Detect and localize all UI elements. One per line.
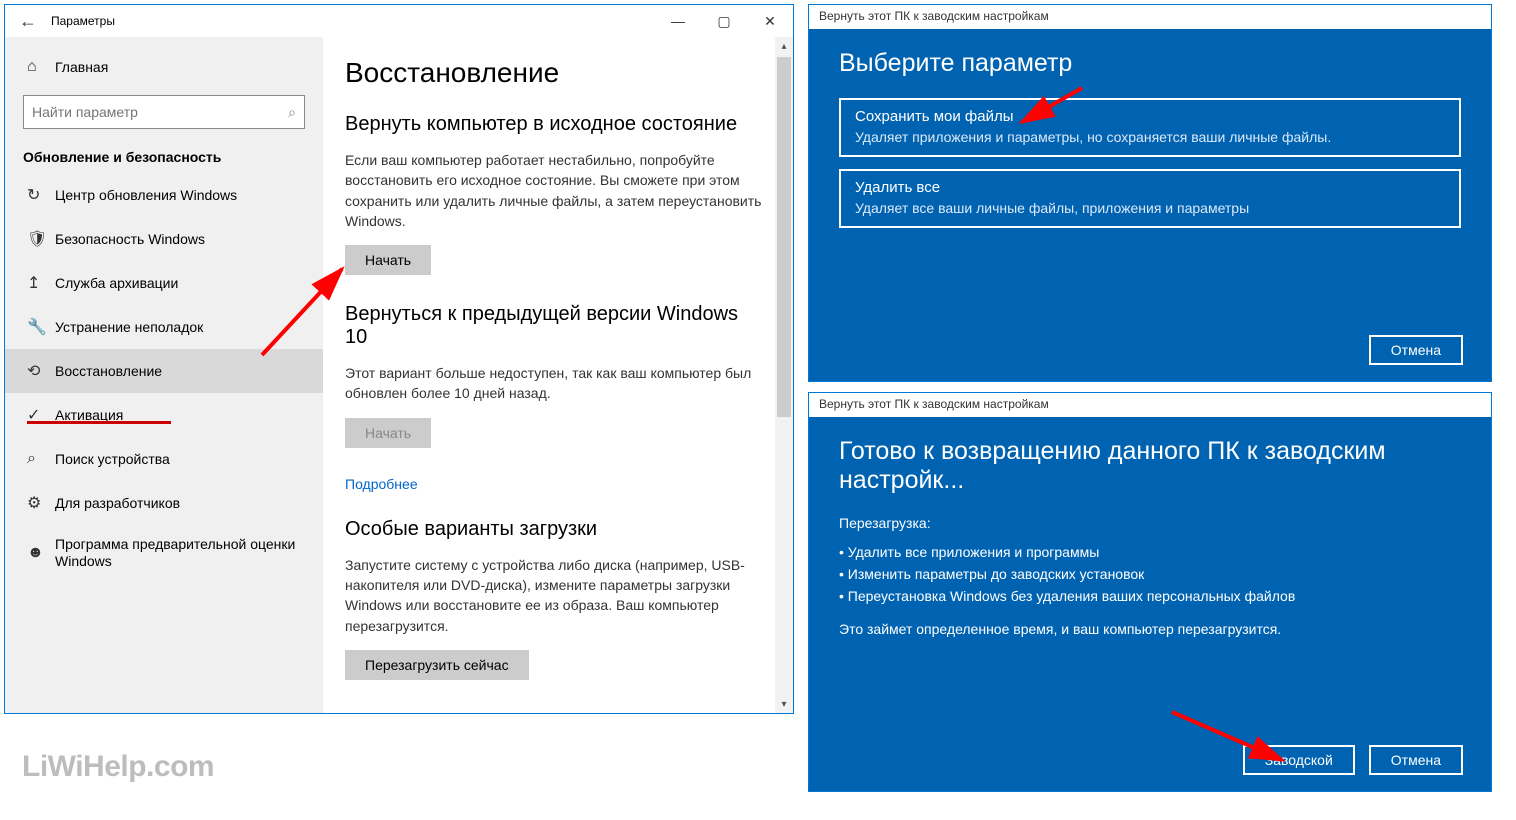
insider-icon: ☻ <box>27 544 55 562</box>
window-title: Параметры <box>51 14 115 28</box>
section-heading: Особые варианты загрузки <box>345 518 765 541</box>
section-heading: Вернуть компьютер в исходное состояние <box>345 113 765 136</box>
sidebar-item-label: Устранение неполадок <box>55 319 203 335</box>
close-button[interactable]: ✕ <box>747 13 793 30</box>
content-pane: Восстановление Вернуть компьютер в исход… <box>323 37 793 713</box>
sidebar-item-label: Поиск устройства <box>55 451 170 467</box>
list-item: Переустановка Windows без удаления ваших… <box>839 585 1461 607</box>
sidebar-item-label: Служба архивации <box>55 275 178 291</box>
sidebar-item-update[interactable]: ↻ Центр обновления Windows <box>5 173 323 217</box>
shield-icon: 🛡 <box>27 229 55 249</box>
bullet-list: Удалить все приложения и программы Измен… <box>839 541 1461 607</box>
sidebar-item-label: Программа предварительной оценки Windows <box>55 536 305 571</box>
sidebar-item-label: Безопасность Windows <box>55 231 205 247</box>
section-reset: Вернуть компьютер в исходное состояние Е… <box>345 113 765 303</box>
option-desc: Удаляет приложения и параметры, но сохра… <box>855 129 1445 145</box>
watermark: LiWiHelp.com <box>22 750 214 784</box>
sidebar-item-insider[interactable]: ☻ Программа предварительной оценки Windo… <box>5 525 323 581</box>
history-icon: ⟲ <box>27 361 55 381</box>
sidebar-item-developers[interactable]: ⚙ Для разработчиков <box>5 481 323 525</box>
reset-dialog-ready: Вернуть этот ПК к заводским настройкам Г… <box>808 392 1492 792</box>
search-icon: ⌕ <box>288 104 296 121</box>
minimize-button[interactable]: — <box>655 13 701 29</box>
section-advanced-startup: Особые варианты загрузки Запустите систе… <box>345 518 765 708</box>
section-heading: Вернуться к предыдущей версии Windows 10 <box>345 303 765 349</box>
restart-now-button[interactable]: Перезагрузить сейчас <box>345 650 529 680</box>
wrench-icon: 🔧 <box>27 317 55 337</box>
dialog-title: Вернуть этот ПК к заводским настройкам <box>809 5 1491 29</box>
dialog-heading: Готово к возвращению данного ПК к заводс… <box>839 437 1461 495</box>
sidebar-item-troubleshoot[interactable]: 🔧 Устранение неполадок <box>5 305 323 349</box>
search-box[interactable]: ⌕ <box>23 95 305 129</box>
sidebar-item-label: Центр обновления Windows <box>55 187 237 203</box>
cancel-button[interactable]: Отмена <box>1369 745 1463 775</box>
option-keep-files[interactable]: Сохранить мои файлы Удаляет приложения и… <box>839 98 1461 157</box>
option-desc: Удаляет все ваши личные файлы, приложени… <box>855 200 1445 216</box>
page-title: Восстановление <box>345 57 765 89</box>
sidebar-item-label: Главная <box>55 59 108 75</box>
sidebar-item-activation[interactable]: ✓ Активация <box>5 393 323 437</box>
dialog-heading: Выберите параметр <box>839 49 1461 78</box>
list-item: Изменить параметры до заводских установо… <box>839 563 1461 585</box>
dialog-body: Готово к возвращению данного ПК к заводс… <box>809 417 1491 791</box>
sidebar-item-security[interactable]: 🛡 Безопасность Windows <box>5 217 323 261</box>
titlebar: ← Параметры — ▢ ✕ <box>5 5 793 37</box>
home-icon: ⌂ <box>27 58 55 76</box>
reset-dialog-choose: Вернуть этот ПК к заводским настройкам В… <box>808 4 1492 382</box>
section-desc: Этот вариант больше недоступен, так как … <box>345 363 765 404</box>
option-title: Сохранить мои файлы <box>855 108 1445 125</box>
sidebar: ⌂ Главная ⌕ Обновление и безопасность ↻ … <box>5 37 323 713</box>
dialog-title: Вернуть этот ПК к заводским настройкам <box>809 393 1491 417</box>
section-desc: Запустите систему с устройства либо диск… <box>345 555 765 636</box>
search-input[interactable] <box>32 104 288 120</box>
section-rollback: Вернуться к предыдущей версии Windows 10… <box>345 303 765 518</box>
option-title: Удалить все <box>855 179 1445 196</box>
scroll-up-icon[interactable]: ▴ <box>775 37 793 55</box>
section-desc: Если ваш компьютер работает нестабильно,… <box>345 150 765 231</box>
learn-more-link[interactable]: Подробнее <box>345 476 418 492</box>
search-device-icon: ⌕ <box>27 450 55 468</box>
sidebar-item-find-device[interactable]: ⌕ Поиск устройства <box>5 437 323 481</box>
sliders-icon: ⚙ <box>27 493 55 513</box>
scrollbar-thumb[interactable] <box>777 57 791 417</box>
sidebar-item-label: Для разработчиков <box>55 495 180 511</box>
dialog-body: Выберите параметр Сохранить мои файлы Уд… <box>809 29 1491 381</box>
note-text: Это займет определенное время, и ваш ком… <box>839 621 1461 637</box>
reboot-label: Перезагрузка: <box>839 515 1461 531</box>
annotation-underline <box>27 421 171 424</box>
option-remove-all[interactable]: Удалить все Удаляет все ваши личные файл… <box>839 169 1461 228</box>
scroll-down-icon[interactable]: ▾ <box>775 695 793 713</box>
sidebar-item-recovery[interactable]: ⟲ Восстановление <box>5 349 323 393</box>
start-rollback-button: Начать <box>345 418 431 448</box>
confirm-button[interactable]: Заводской <box>1243 745 1355 775</box>
sidebar-item-home[interactable]: ⌂ Главная <box>5 45 323 89</box>
back-button[interactable]: ← <box>5 11 51 32</box>
scrollbar[interactable]: ▴ ▾ <box>775 37 793 713</box>
upload-icon: ↥ <box>27 273 55 293</box>
start-reset-button[interactable]: Начать <box>345 245 431 275</box>
sidebar-item-backup[interactable]: ↥ Служба архивации <box>5 261 323 305</box>
settings-window: ← Параметры — ▢ ✕ ⌂ Главная ⌕ Обновление… <box>4 4 794 714</box>
category-header: Обновление и безопасность <box>5 139 323 173</box>
list-item: Удалить все приложения и программы <box>839 541 1461 563</box>
refresh-icon: ↻ <box>27 185 55 205</box>
sidebar-item-label: Восстановление <box>55 363 162 379</box>
maximize-button[interactable]: ▢ <box>701 13 747 30</box>
cancel-button[interactable]: Отмена <box>1369 335 1463 365</box>
